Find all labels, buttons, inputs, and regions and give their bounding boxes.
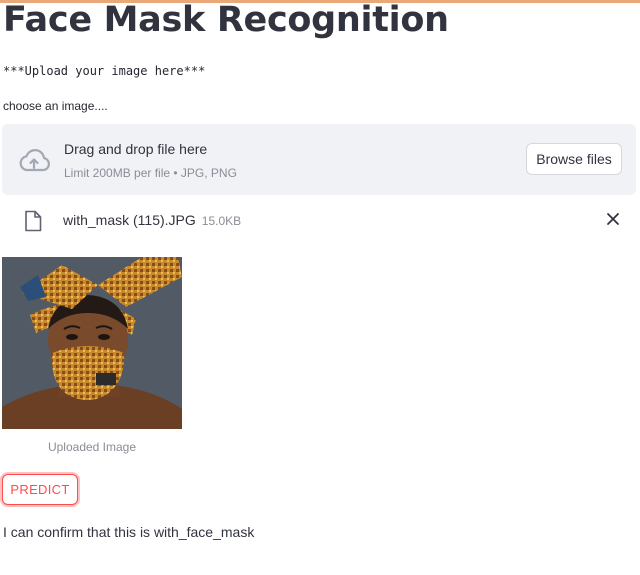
dropzone-limit-text: Limit 200MB per file • JPG, PNG xyxy=(64,166,237,180)
uploaded-file-size: 15.0KB xyxy=(201,214,242,228)
uploaded-file-name: with_mask (115).JPG xyxy=(63,212,196,228)
browse-files-button[interactable]: Browse files xyxy=(526,143,622,175)
dropzone-instructions: Drag and drop file here xyxy=(64,141,208,157)
uploaded-file-entry: with_mask (115).JPG 15.0KB xyxy=(63,212,241,228)
predict-button[interactable]: PREDICT xyxy=(2,474,78,505)
upload-instruction: ***Upload your image here*** xyxy=(3,64,206,78)
close-icon[interactable] xyxy=(606,212,620,226)
prediction-result: I can confirm that this is with_face_mas… xyxy=(3,524,255,540)
file-dropzone[interactable]: Drag and drop file here Limit 200MB per … xyxy=(2,124,636,195)
uploaded-image xyxy=(2,257,182,429)
page-title: Face Mask Recognition xyxy=(3,0,449,40)
image-caption: Uploaded Image xyxy=(47,440,137,454)
file-uploader-label: choose an image.... xyxy=(3,99,108,113)
uploaded-image-graphic xyxy=(2,257,182,429)
file-icon xyxy=(25,210,42,232)
cloud-upload-icon xyxy=(19,149,50,172)
